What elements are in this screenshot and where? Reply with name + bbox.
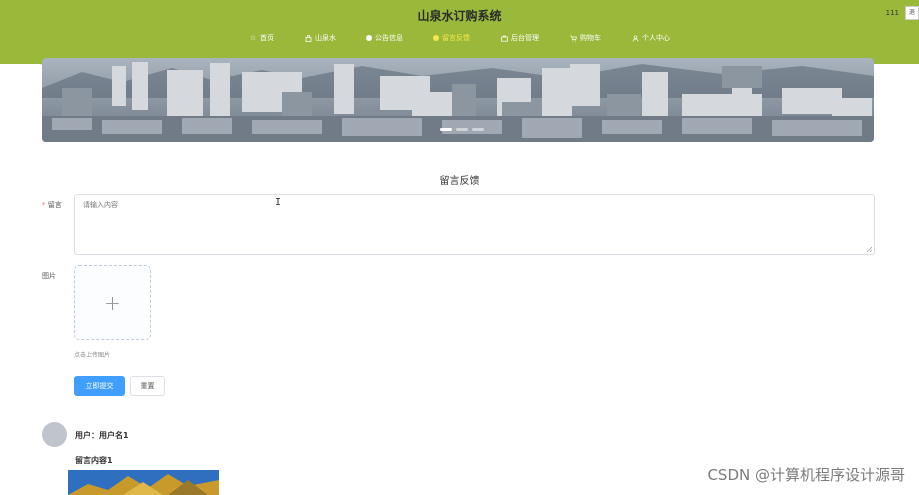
- nav-item-cart[interactable]: 购物车: [564, 31, 606, 45]
- nav-item-spring-water[interactable]: 山泉水: [299, 31, 341, 45]
- nav-item-label: 山泉水: [315, 34, 336, 42]
- carousel-dot[interactable]: [456, 128, 468, 131]
- site-title: 山泉水订购系统: [417, 9, 502, 23]
- carousel-dot[interactable]: [472, 128, 484, 131]
- avatar: [42, 422, 67, 447]
- message-label: * 留言: [42, 200, 62, 210]
- user-icon: [631, 34, 639, 42]
- page-title: 留言反馈: [439, 176, 480, 187]
- carousel-dot[interactable]: [440, 128, 452, 131]
- watermark: CSDN @计算机程序设计源哥: [707, 466, 905, 484]
- nav-item-label: 留言反馈: [442, 34, 470, 42]
- nav-item-profile[interactable]: 个人中心: [626, 31, 675, 45]
- current-user-name[interactable]: 111: [886, 9, 899, 17]
- image-label: 图片: [42, 272, 56, 280]
- nav-item-label: 购物车: [580, 34, 601, 42]
- message-textarea[interactable]: [74, 194, 875, 255]
- nav-item-home[interactable]: ☆ 首页: [244, 31, 279, 45]
- bag-icon: [304, 34, 312, 42]
- nav-item-admin[interactable]: 后台管理: [495, 31, 544, 45]
- nav-item-label: 个人中心: [642, 34, 670, 42]
- plus-icon: +: [104, 290, 121, 315]
- text-cursor-icon: I: [275, 197, 282, 208]
- resize-handle-icon[interactable]: [866, 246, 873, 253]
- comment-content: 留言内容1: [75, 456, 113, 465]
- dot-icon: [433, 35, 439, 41]
- logout-button[interactable]: 退: [905, 6, 919, 20]
- message-label-text: 留言: [47, 201, 62, 209]
- cart-icon: [569, 34, 577, 42]
- carousel-indicators: [440, 128, 484, 131]
- dot-icon: [366, 35, 372, 41]
- main-nav: ☆ 首页 山泉水 公告信息 留言反馈 后台管理 购物车 个人中心: [0, 31, 919, 45]
- required-mark: *: [42, 201, 46, 209]
- image-uploader[interactable]: +: [74, 265, 151, 340]
- comment-image[interactable]: [68, 470, 219, 495]
- nav-item-label: 首页: [260, 34, 274, 42]
- nav-item-label: 公告信息: [375, 34, 403, 42]
- comment-user: 用户：用户名1: [75, 431, 129, 440]
- nav-item-feedback[interactable]: 留言反馈: [428, 31, 475, 45]
- nav-item-announcements[interactable]: 公告信息: [361, 31, 408, 45]
- star-icon: ☆: [249, 34, 257, 42]
- briefcase-icon: [500, 34, 508, 42]
- submit-button[interactable]: 立即提交: [74, 376, 125, 396]
- nav-item-label: 后台管理: [511, 34, 539, 42]
- reset-button[interactable]: 重置: [130, 376, 165, 396]
- upload-tip: 点击上传图片: [74, 352, 111, 359]
